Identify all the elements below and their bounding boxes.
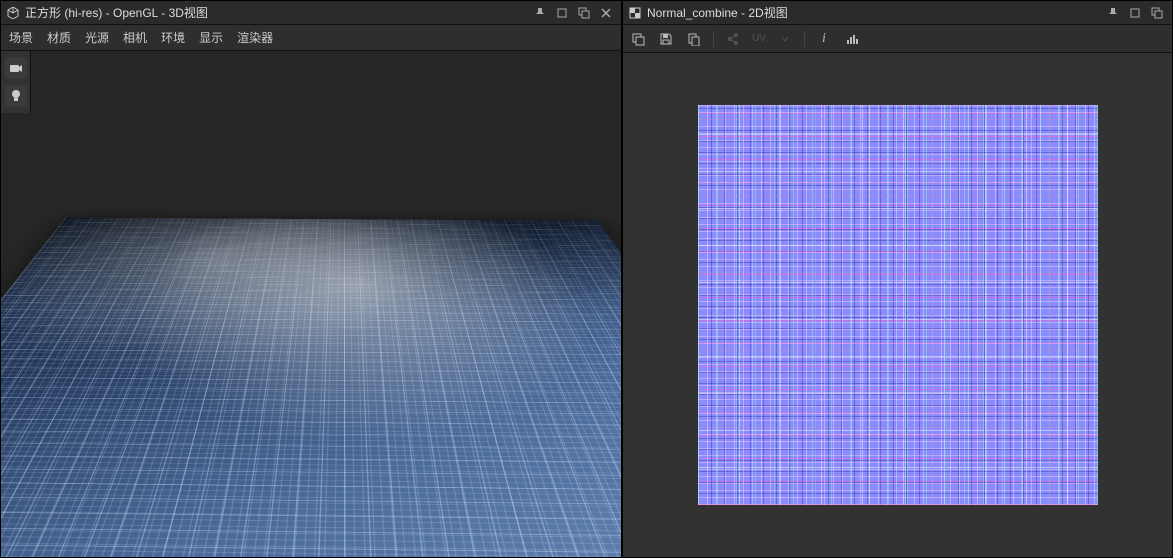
lightbulb-icon[interactable] bbox=[5, 85, 27, 107]
toolbar-2d: UV i bbox=[623, 25, 1172, 53]
menu-renderer[interactable]: 渲染器 bbox=[237, 29, 273, 46]
menu-light[interactable]: 光源 bbox=[85, 29, 109, 46]
view2d-canvas[interactable] bbox=[623, 53, 1172, 557]
restore-icon[interactable] bbox=[553, 4, 571, 22]
pin-icon[interactable] bbox=[531, 4, 549, 22]
chevron-down-icon[interactable] bbox=[776, 30, 794, 48]
menu-env[interactable]: 环境 bbox=[161, 29, 185, 46]
close-icon[interactable] bbox=[597, 4, 615, 22]
restore-icon[interactable] bbox=[1126, 4, 1144, 22]
normal-map-image bbox=[698, 105, 1098, 505]
new-window-icon[interactable] bbox=[629, 30, 647, 48]
title-3d: 正方形 (hi-res) - OpenGL - 3D视图 bbox=[25, 4, 527, 21]
uv-icon[interactable]: UV bbox=[752, 30, 766, 48]
titlebar-2d: Normal_combine - 2D视图 bbox=[623, 1, 1172, 25]
camera-icon[interactable] bbox=[5, 57, 27, 79]
sidebar-3d bbox=[1, 51, 31, 113]
titlebar-3d: 正方形 (hi-res) - OpenGL - 3D视图 bbox=[1, 1, 621, 25]
image-icon bbox=[629, 7, 641, 19]
menu-material[interactable]: 材质 bbox=[47, 29, 71, 46]
maximize-icon[interactable] bbox=[575, 4, 593, 22]
viewport-2d[interactable] bbox=[623, 53, 1172, 557]
panel-3d-view: 正方形 (hi-res) - OpenGL - 3D视图 场景 材质 光源 相机… bbox=[0, 0, 622, 558]
share-icon[interactable] bbox=[724, 30, 742, 48]
info-icon[interactable]: i bbox=[815, 30, 833, 48]
menu-display[interactable]: 显示 bbox=[199, 29, 223, 46]
menu-camera[interactable]: 相机 bbox=[123, 29, 147, 46]
panel-2d-view: Normal_combine - 2D视图 bbox=[622, 0, 1173, 558]
separator bbox=[804, 31, 805, 47]
maximize-icon[interactable] bbox=[1148, 4, 1166, 22]
title-2d: Normal_combine - 2D视图 bbox=[647, 4, 1100, 21]
save-icon[interactable] bbox=[657, 30, 675, 48]
histogram-icon[interactable] bbox=[843, 30, 861, 48]
pin-icon[interactable] bbox=[1104, 4, 1122, 22]
view3d-canvas[interactable] bbox=[31, 51, 621, 557]
menubar-3d: 场景 材质 光源 相机 环境 显示 渲染器 bbox=[1, 25, 621, 51]
copy-icon[interactable] bbox=[685, 30, 703, 48]
menu-scene[interactable]: 场景 bbox=[9, 29, 33, 46]
cube-icon bbox=[7, 7, 19, 19]
separator bbox=[713, 31, 714, 47]
viewport-3d[interactable] bbox=[1, 51, 621, 557]
mesh-plane bbox=[1, 218, 621, 557]
